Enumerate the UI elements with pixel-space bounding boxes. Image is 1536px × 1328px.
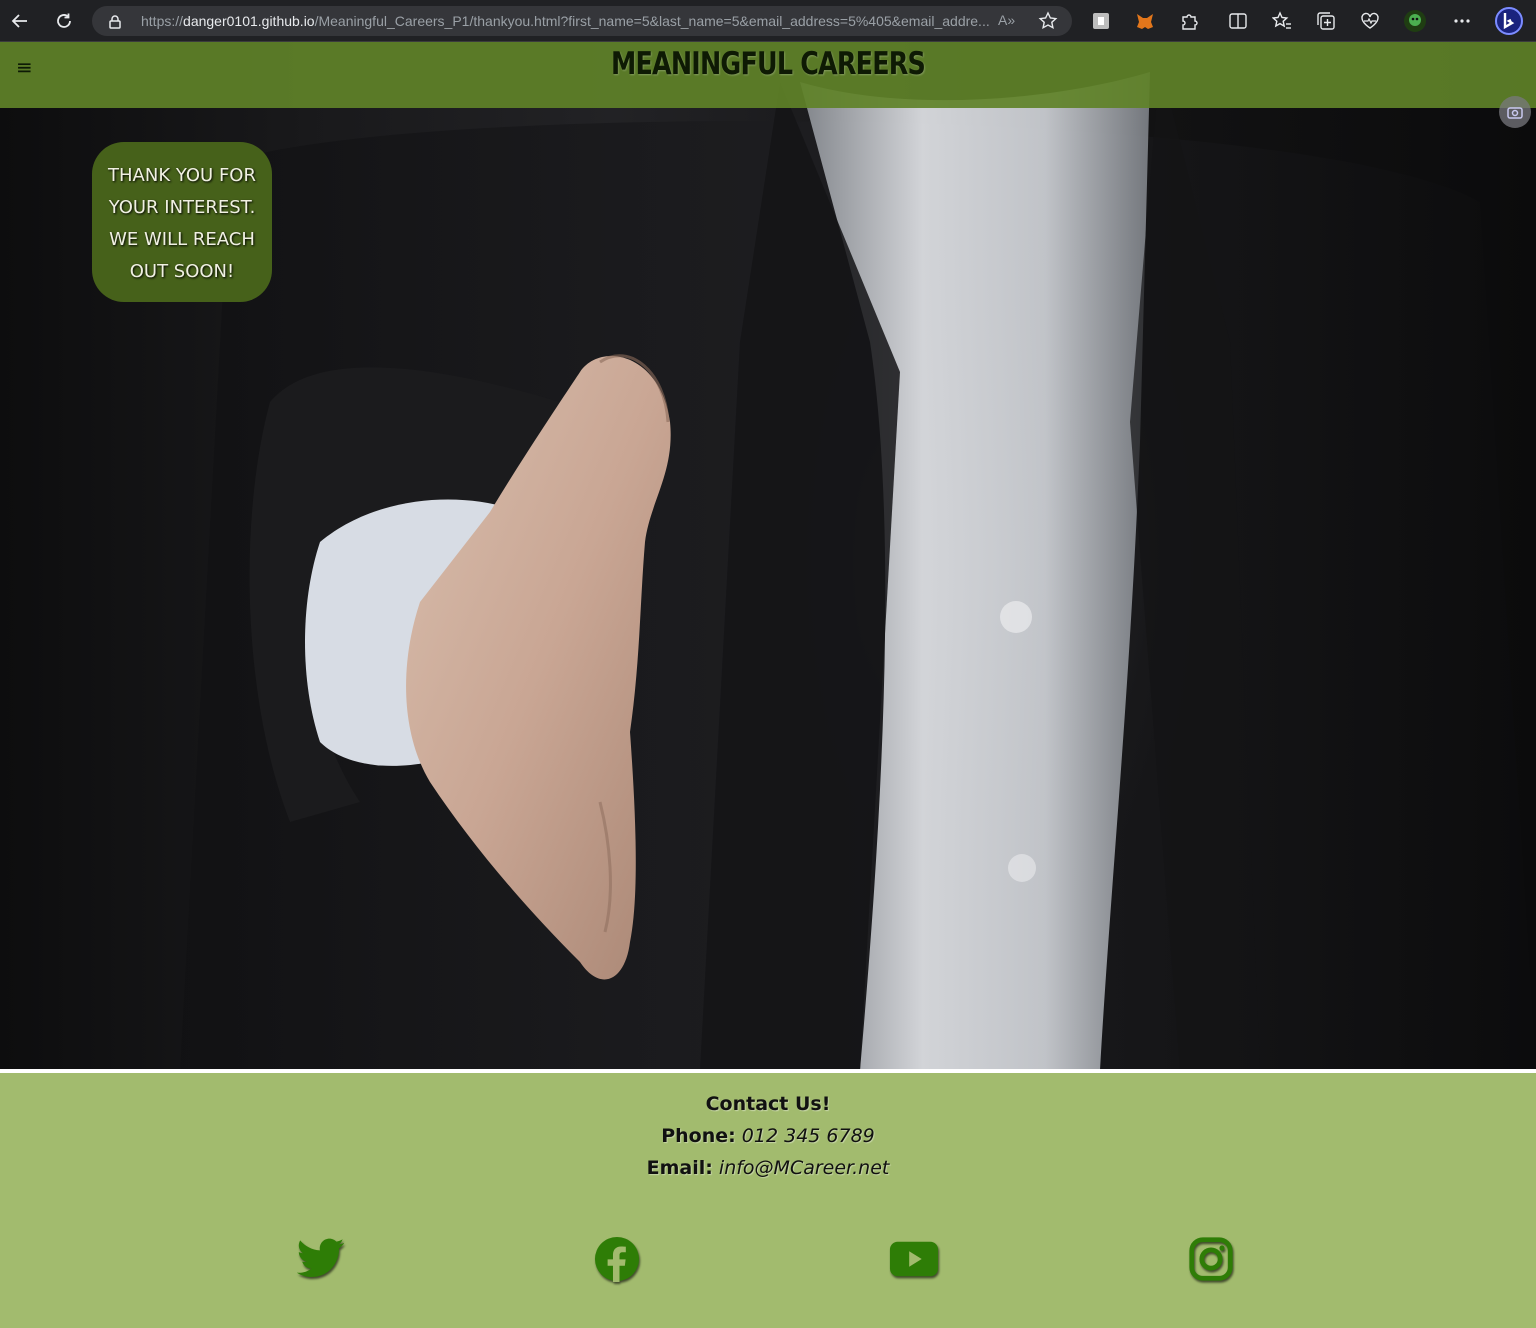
email-label: Email:: [646, 1157, 713, 1179]
url-text: https://danger0101.github.io/Meaningful_…: [141, 13, 991, 29]
contact-email: Email: info@MCareer.net: [0, 1157, 1536, 1179]
thank-you-message: THANK YOU FOR YOUR INTEREST. WE WILL REA…: [92, 142, 272, 302]
favorites-icon[interactable]: [1270, 9, 1294, 33]
site-footer: Contact Us! Phone: 012 345 6789 Email: i…: [0, 1073, 1536, 1328]
contact-title: Contact Us!: [705, 1093, 831, 1115]
back-arrow-icon: [11, 14, 27, 28]
extensions-puzzle-icon[interactable]: [1177, 9, 1201, 33]
more-options-icon[interactable]: [1450, 9, 1474, 33]
camera-icon: [1507, 107, 1523, 119]
phone-label: Phone:: [661, 1125, 736, 1147]
visual-search-camera-icon[interactable]: [1499, 96, 1531, 128]
youtube-icon: [889, 1241, 939, 1277]
read-aloud-icon[interactable]: A»: [998, 12, 1015, 28]
split-screen-icon[interactable]: [1226, 9, 1250, 33]
url-scheme: https://: [141, 13, 184, 29]
bing-copilot-icon[interactable]: [1494, 6, 1524, 36]
youtube-link[interactable]: [888, 1233, 940, 1285]
instagram-link[interactable]: [1185, 1233, 1237, 1285]
email-value[interactable]: info@MCareer.net: [719, 1157, 889, 1179]
lock-icon: [109, 14, 121, 33]
refresh-icon: [57, 13, 71, 28]
url-host: danger0101.github.io: [183, 13, 315, 29]
address-bar[interactable]: https://danger0101.github.io/Meaningful_…: [92, 6, 1072, 36]
twitter-icon: [297, 1238, 344, 1277]
refresh-button[interactable]: [50, 7, 78, 35]
collections-icon[interactable]: [1314, 9, 1338, 33]
instagram-icon: [1189, 1237, 1233, 1281]
web-page: ≡ MEANINGFUL CAREERS THANK YOU FOR YOUR …: [0, 42, 1536, 1328]
site-title[interactable]: MEANINGFUL CAREERS: [138, 46, 1398, 82]
url-path: /Meaningful_Careers_P1/thankyou.html?fir…: [314, 13, 990, 29]
facebook-link[interactable]: [591, 1233, 643, 1285]
facebook-icon: [594, 1236, 640, 1282]
twitter-link[interactable]: [295, 1233, 347, 1285]
performance-heart-icon[interactable]: [1358, 9, 1382, 33]
profile-avatar-icon[interactable]: [1403, 9, 1427, 33]
phone-value: 012 345 6789: [741, 1125, 875, 1147]
browser-toolbar: https://danger0101.github.io/Meaningful_…: [0, 0, 1536, 42]
contact-phone: Phone: 012 345 6789: [0, 1125, 1536, 1147]
back-button[interactable]: [6, 7, 34, 35]
site-header: ≡ MEANINGFUL CAREERS: [0, 42, 1536, 108]
hamburger-menu-icon[interactable]: ≡: [16, 57, 34, 77]
extension-r-icon[interactable]: [1089, 9, 1113, 33]
favorite-star-icon[interactable]: [1038, 11, 1058, 35]
metamask-fox-icon[interactable]: [1133, 9, 1157, 33]
